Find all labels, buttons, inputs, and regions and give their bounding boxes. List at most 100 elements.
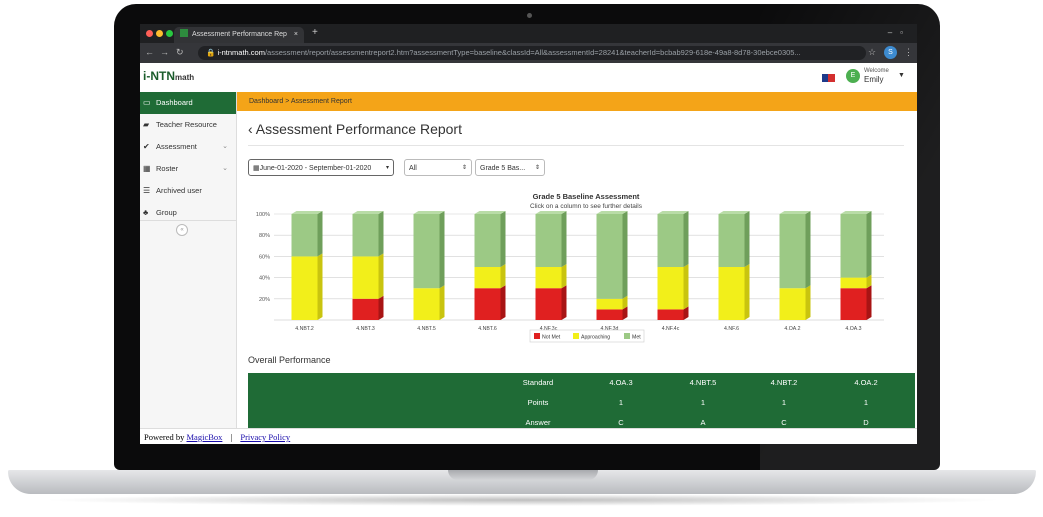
- address-bar: ← → ↻ 🔒 i-ntnmath.com/assessment/report/…: [140, 43, 917, 63]
- sidebar-item-archived-user[interactable]: ☰ Archived user: [140, 180, 236, 202]
- assessment-select[interactable]: Grade 5 Bas... ⇕: [475, 159, 545, 176]
- bar-side: [500, 285, 506, 320]
- back-icon[interactable]: ←: [145, 47, 154, 57]
- sidebar-item-roster[interactable]: ▦ Roster ⌄: [140, 158, 236, 180]
- forward-icon[interactable]: →: [160, 47, 169, 57]
- x-tick-label: 4.NBT.3: [356, 326, 375, 332]
- bar-segment: [657, 214, 684, 267]
- url-path: /assessment/report/assessmentreport2.htm…: [264, 48, 801, 57]
- bar-segment: [352, 256, 379, 299]
- window-controls[interactable]: –▫: [888, 28, 911, 37]
- url-input[interactable]: 🔒 i-ntnmath.com/assessment/report/assess…: [198, 46, 866, 60]
- chevron-down-icon: ⌄: [222, 165, 228, 172]
- chart-subtitle: Click on a column to see further details: [530, 203, 643, 210]
- stacked-bar-chart: Grade 5 Baseline Assessment Click on a c…: [256, 192, 884, 343]
- row-label: Standard: [522, 378, 554, 387]
- bar-side: [866, 285, 872, 320]
- sidebar-item-teacher-resource[interactable]: ▰ Teacher Resource: [140, 114, 236, 136]
- bar-segment: [474, 214, 501, 267]
- user-menu-caret-icon[interactable]: ▼: [898, 72, 905, 79]
- bar-side: [317, 253, 323, 320]
- privacy-policy-link[interactable]: Privacy Policy: [240, 432, 290, 442]
- calendar-icon: ▦: [143, 164, 151, 173]
- bar-side: [561, 285, 567, 320]
- chart-title: Grade 5 Baseline Assessment: [533, 192, 640, 201]
- webcam: [527, 13, 532, 18]
- bar-side: [561, 264, 567, 289]
- bar-segment: [474, 288, 501, 320]
- bar-segment: [596, 214, 623, 299]
- breadcrumb-text[interactable]: Dashboard > Assessment Report: [249, 98, 352, 105]
- table-cell: 1: [863, 398, 869, 407]
- x-tick-label: 4.NBT.5: [417, 326, 436, 332]
- sidebar-item-label: Group: [156, 208, 177, 217]
- bar-top: [657, 211, 689, 214]
- user-name[interactable]: Emily: [864, 75, 884, 84]
- browser-tab[interactable]: Assessment Performance Rep ×: [174, 27, 304, 43]
- x-tick-label: 4.NBT.6: [478, 326, 497, 332]
- magicbox-link[interactable]: MagicBox: [187, 432, 223, 442]
- caret-down-icon: ▾: [385, 165, 389, 171]
- sidebar-item-label: Teacher Resource: [156, 120, 217, 129]
- bar-top: [779, 211, 811, 214]
- bar-side: [439, 211, 445, 289]
- maximize-window-button[interactable]: [166, 30, 173, 37]
- calendar-icon: ▦: [253, 165, 260, 172]
- app-logo[interactable]: i-NTNmath: [143, 69, 194, 83]
- bar-segment: [718, 267, 745, 320]
- bar-side: [378, 253, 384, 299]
- logo-text: i-NTN: [143, 69, 175, 83]
- bookmark-star-icon[interactable]: ☆: [868, 47, 876, 58]
- bar-side: [622, 211, 628, 299]
- reload-icon[interactable]: ↻: [176, 47, 184, 58]
- y-tick-label: 80%: [259, 233, 270, 239]
- sidebar-item-assessment[interactable]: ✔ Assessment ⌄: [140, 136, 236, 158]
- tab-title: Assessment Performance Rep: [192, 31, 287, 38]
- bar-top: [596, 211, 628, 214]
- close-window-button[interactable]: [146, 30, 153, 37]
- bar-segment: [352, 298, 379, 320]
- table-row: Points 1 1 1 1: [248, 393, 915, 413]
- tab-close-icon[interactable]: ×: [294, 27, 298, 43]
- overall-performance-title: Overall Performance: [248, 355, 331, 365]
- folder-icon: ▰: [143, 120, 150, 129]
- logo-suffix: math: [175, 73, 195, 82]
- bar-side: [683, 211, 689, 267]
- sidebar-item-label: Archived user: [156, 186, 202, 195]
- profile-avatar[interactable]: S: [884, 46, 897, 59]
- bar-segment: [535, 288, 562, 320]
- y-tick-label: 40%: [259, 276, 270, 282]
- legend-swatch: [534, 333, 540, 339]
- minimize-window-button[interactable]: [156, 30, 163, 37]
- bar-side: [378, 295, 384, 320]
- laptop-notch: [448, 470, 598, 480]
- language-flag-icon[interactable]: [822, 74, 835, 82]
- monitor-icon: ▭: [143, 98, 151, 107]
- bar-top: [535, 211, 567, 214]
- sidebar-collapse-button[interactable]: «: [176, 224, 188, 236]
- chart-legend: Not Met Approaching Met: [529, 329, 645, 343]
- sidebar-item-dashboard[interactable]: ▭ Dashboard: [140, 92, 236, 114]
- bar-side: [500, 211, 506, 267]
- bar-side: [317, 211, 323, 257]
- sidebar-item-label: Roster: [156, 164, 179, 173]
- user-avatar[interactable]: E: [846, 69, 860, 83]
- date-range-select[interactable]: ▦June-01-2020 - September-01-2020 ▾: [248, 159, 394, 176]
- bar-side: [744, 264, 750, 320]
- screen: Assessment Performance Rep × + –▫ ← → ↻ …: [140, 24, 917, 444]
- bar-side: [439, 285, 445, 320]
- powered-by-label: Powered by: [144, 432, 185, 442]
- bar-side: [744, 211, 750, 267]
- bar-segment: [596, 309, 623, 320]
- new-tab-button[interactable]: +: [312, 27, 318, 38]
- browser-menu-icon[interactable]: ⋮: [904, 47, 913, 58]
- bar-side: [378, 211, 384, 257]
- app-header: i-NTNmath E Welcome Emily ▼: [140, 63, 917, 93]
- table-cell: 1: [618, 398, 624, 407]
- back-chevron-icon[interactable]: ‹: [248, 121, 256, 137]
- bar-segment: [535, 267, 562, 289]
- y-tick-label: 20%: [259, 297, 270, 303]
- class-select[interactable]: All ⇕: [404, 159, 472, 176]
- bar-top: [718, 211, 750, 214]
- bar-top: [474, 211, 506, 214]
